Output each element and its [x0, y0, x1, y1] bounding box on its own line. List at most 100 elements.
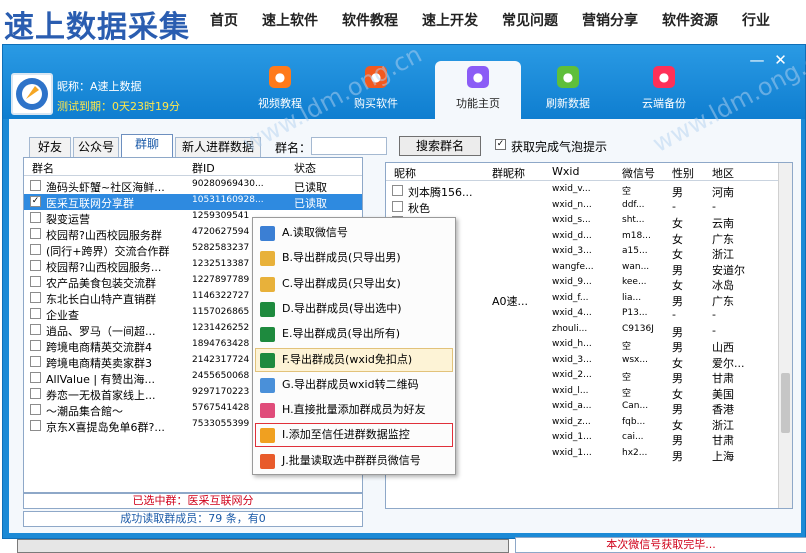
- menu-item-i[interactable]: I.添加至信任进群数据监控: [255, 423, 453, 448]
- row-checkbox[interactable]: [30, 212, 41, 223]
- avatar[interactable]: [11, 73, 53, 115]
- nav-link[interactable]: 营销分享: [582, 10, 638, 30]
- member-wxid: wxid_d...: [552, 230, 592, 241]
- tab-0[interactable]: 好友: [29, 137, 71, 157]
- nav-link[interactable]: 行业: [742, 10, 770, 30]
- row-checkbox[interactable]: [30, 324, 41, 335]
- nav-link[interactable]: 首页: [210, 10, 238, 30]
- member-area: 上海: [712, 449, 734, 463]
- folder-icon: [260, 251, 275, 267]
- row-checkbox[interactable]: [392, 185, 403, 196]
- member-wxid: wxid_1...: [552, 432, 592, 442]
- row-checkbox[interactable]: [30, 228, 41, 239]
- add-friend-icon: [260, 403, 275, 419]
- row-checkbox[interactable]: [30, 260, 41, 271]
- col-status[interactable]: 状态: [294, 160, 316, 176]
- member-wx: P13...: [622, 308, 648, 318]
- row-checkbox[interactable]: [392, 200, 403, 212]
- group-name: AllValue | 有赞出海...: [46, 373, 156, 386]
- menu-item-label: A.读取微信号: [282, 226, 348, 239]
- menu-item-h[interactable]: H.直接批量添加群成员为好友: [255, 398, 453, 422]
- expiry-text: 测试到期：0天23时19分: [57, 100, 180, 113]
- group-id: 90280969430...: [192, 179, 264, 189]
- member-wx: wan...: [622, 261, 650, 272]
- member-row[interactable]: 刘本腾156... wxid_v... 空男河南: [386, 183, 792, 199]
- toolbar-label: 功能主页: [456, 97, 500, 110]
- qrcode-icon: [260, 377, 275, 393]
- member-area: -: [712, 323, 716, 337]
- member-scrollbar[interactable]: [778, 163, 792, 508]
- menu-item-a[interactable]: A.读取微信号: [255, 221, 453, 245]
- scroll-thumb[interactable]: [781, 373, 790, 433]
- row-checkbox[interactable]: [30, 356, 41, 367]
- search-button[interactable]: 搜索群名: [399, 136, 481, 156]
- tab-1[interactable]: 公众号: [73, 137, 119, 157]
- member-wx: cai...: [622, 432, 644, 442]
- cloud-backup-icon: ●: [653, 66, 675, 88]
- function-icon: ●: [467, 66, 489, 88]
- search-input[interactable]: [311, 137, 387, 155]
- col-nick[interactable]: 昵称: [394, 165, 416, 181]
- menu-item-g[interactable]: G.导出群成员wxid转二维码: [255, 373, 453, 397]
- video-icon: ●: [269, 66, 291, 88]
- folder-icon: [260, 276, 275, 292]
- col-wxid[interactable]: Wxid: [552, 165, 579, 178]
- nav-link[interactable]: 软件教程: [342, 10, 398, 30]
- row-checkbox[interactable]: [30, 180, 41, 191]
- row-checkbox[interactable]: [30, 340, 41, 351]
- row-checkbox[interactable]: [30, 404, 41, 415]
- menu-item-d[interactable]: D.导出群成员(导出选中): [255, 297, 453, 321]
- tab-2[interactable]: 群聊: [121, 134, 173, 157]
- col-wechat-id[interactable]: 微信号: [622, 165, 655, 181]
- nav-link[interactable]: 速上开发: [422, 10, 478, 30]
- member-wxid: wxid_4...: [552, 308, 592, 318]
- col-gender[interactable]: 性别: [672, 165, 694, 181]
- menu-item-c[interactable]: C.导出群成员(只导出女): [255, 272, 453, 296]
- member-wx: ddf...: [622, 199, 645, 210]
- col-group-nick[interactable]: 群昵称: [492, 165, 525, 181]
- nav-link[interactable]: 速上软件: [262, 10, 318, 30]
- row-checkbox[interactable]: [30, 292, 41, 303]
- group-name: 医采互联网分享群: [46, 197, 134, 210]
- nav-link[interactable]: 软件资源: [662, 10, 718, 30]
- nav-link[interactable]: 常见问题: [502, 10, 558, 30]
- member-wx: sht...: [622, 215, 645, 225]
- group-row[interactable]: 渔码头虾蟹~社区海鲜... 90280969430... 已读取: [24, 178, 362, 194]
- col-group-name[interactable]: 群名: [32, 160, 54, 176]
- menu-item-e[interactable]: E.导出群成员(导出所有): [255, 322, 453, 346]
- member-wxid: wangfe...: [552, 261, 594, 272]
- member-area: -: [712, 308, 716, 321]
- member-wx: a15...: [622, 246, 648, 256]
- row-checkbox[interactable]: [30, 308, 41, 319]
- group-name: ～潮品集合館～: [46, 405, 123, 418]
- refresh-icon: ●: [557, 66, 579, 88]
- menu-item-j[interactable]: J.批量读取选中群群员微信号: [255, 449, 453, 473]
- member-wx: 空: [622, 373, 632, 383]
- member-wx: lia...: [622, 292, 642, 303]
- group-name: 跨境电商精英卖家群3: [46, 357, 152, 370]
- row-checkbox[interactable]: [30, 420, 41, 431]
- site-nav: 首页 速上软件 软件教程 速上开发 常见问题 营销分享 软件资源 行业: [210, 10, 794, 30]
- menu-item-f[interactable]: F.导出群成员(wxid免扣点): [255, 347, 453, 372]
- toolbar-function-button[interactable]: ● 功能主页: [435, 61, 521, 119]
- col-group-id[interactable]: 群ID: [192, 160, 215, 176]
- member-wxid: zhouli...: [552, 323, 588, 334]
- bubble-checkbox[interactable]: ✓: [495, 139, 506, 150]
- group-row[interactable]: ✓ 医采互联网分享群 10531160928... 已读取: [24, 194, 362, 210]
- col-region[interactable]: 地区: [712, 165, 734, 181]
- group-name: 券恋一无极首家线上...: [46, 389, 156, 402]
- minimize-icon[interactable]: —: [747, 51, 767, 69]
- read-count-text: 成功读取群成员：79 条，有0: [23, 511, 363, 527]
- toolbar-refresh-button[interactable]: ● 刷新数据: [525, 61, 611, 119]
- member-wxid: wxid_3...: [552, 246, 592, 256]
- member-wxid: wxid_l...: [552, 385, 589, 396]
- row-checkbox[interactable]: ✓: [30, 196, 41, 207]
- group-name: (同行+跨界）交流合作群: [46, 245, 170, 258]
- row-checkbox[interactable]: [30, 244, 41, 255]
- row-checkbox[interactable]: [30, 372, 41, 383]
- site-logo[interactable]: 速上数据采集: [4, 2, 190, 46]
- member-row[interactable]: 秋色 wxid_n... ddf... - -: [386, 199, 792, 215]
- row-checkbox[interactable]: [30, 276, 41, 287]
- menu-item-b[interactable]: B.导出群成员(只导出男): [255, 246, 453, 270]
- row-checkbox[interactable]: [30, 388, 41, 399]
